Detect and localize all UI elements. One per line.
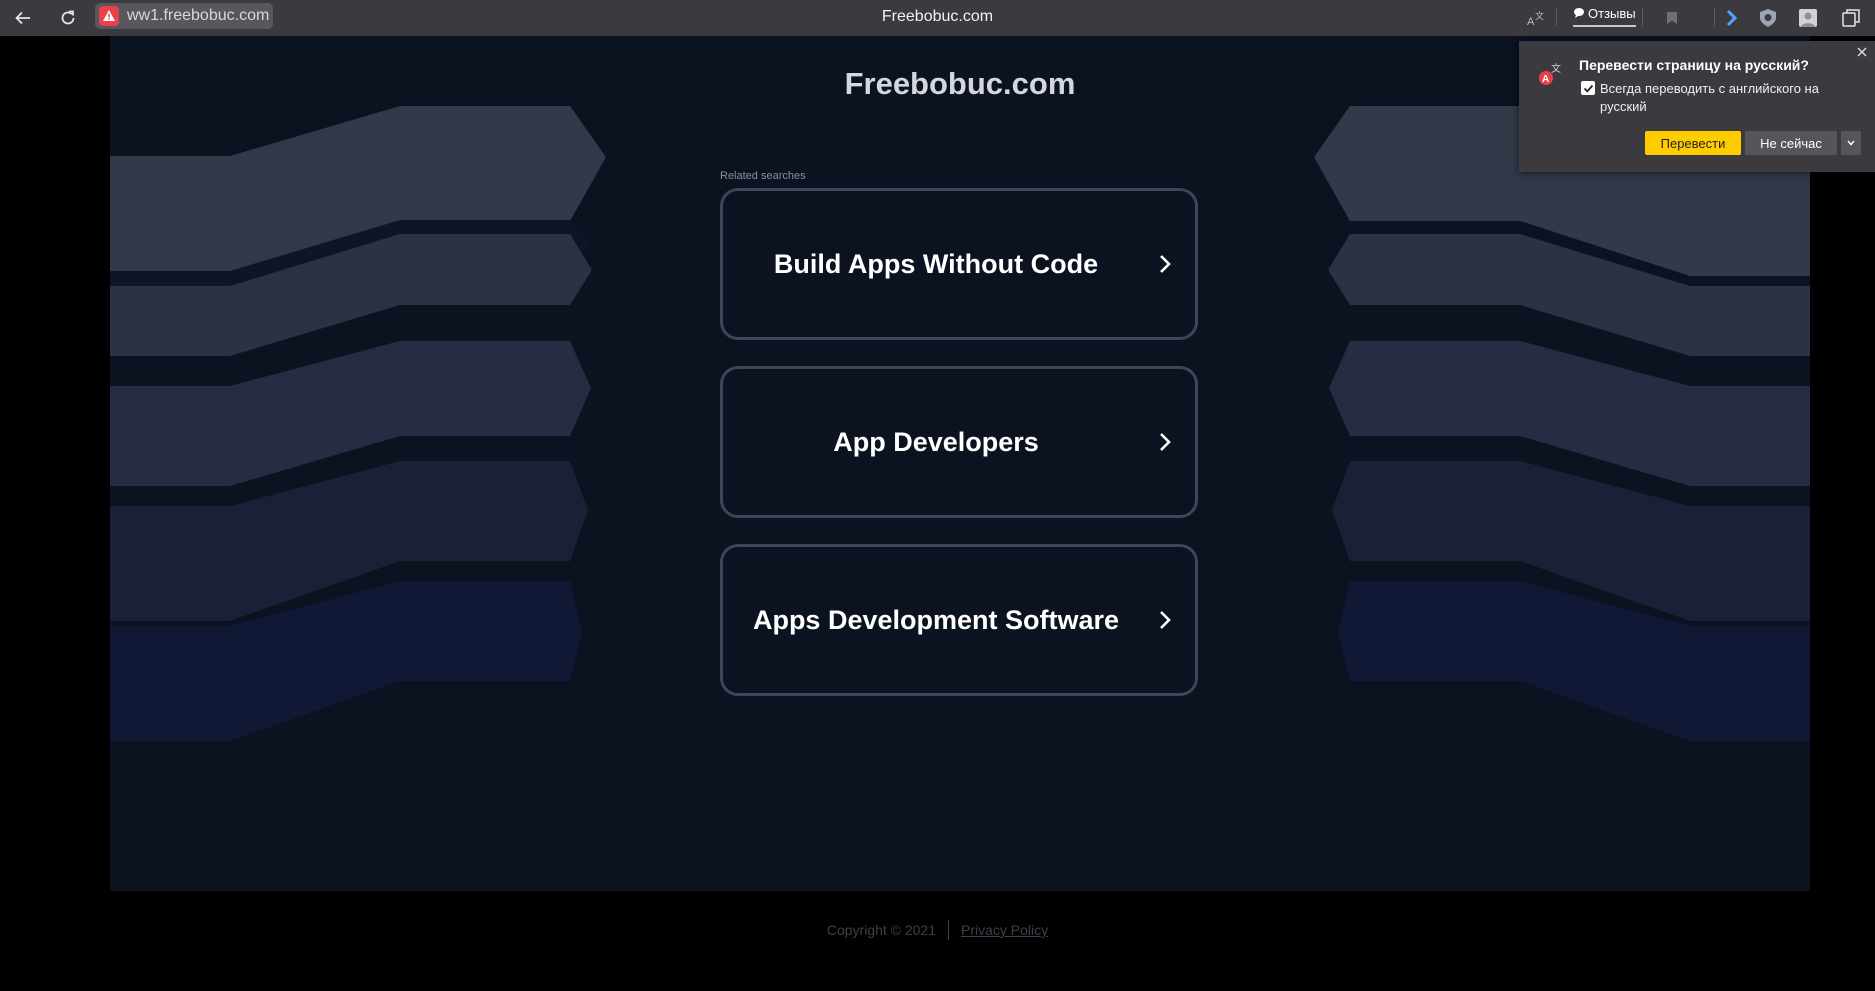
back-button[interactable]: [10, 0, 36, 36]
always-translate-checkbox[interactable]: [1581, 81, 1595, 95]
close-icon[interactable]: [1855, 45, 1869, 59]
link-label[interactable]: App Developers: [723, 427, 1135, 458]
warning-icon[interactable]: [99, 6, 119, 26]
copyright-text: Copyright © 2021: [826, 922, 936, 938]
address-bar[interactable]: ww1.freebobuc.com: [95, 3, 273, 29]
chevron-right-icon: [1135, 253, 1195, 275]
more-options-button[interactable]: [1841, 131, 1861, 155]
not-now-button[interactable]: Не сейчас: [1745, 131, 1837, 155]
reviews-icon: [1574, 8, 1584, 18]
svg-text:文: 文: [1551, 62, 1561, 75]
link-label[interactable]: Apps Development Software: [723, 605, 1135, 636]
related-link-apps-development-software[interactable]: Apps Development Software: [720, 544, 1198, 696]
footer-divider: [948, 920, 949, 940]
profile-icon: [1799, 9, 1817, 27]
related-link-app-developers[interactable]: App Developers: [720, 366, 1198, 518]
checkmark-icon: [1583, 84, 1593, 93]
address-url[interactable]: ww1.freebobuc.com: [127, 7, 269, 25]
browser-toolbar: ww1.freebobuc.com Freebobuc.com A 文 Отзы…: [0, 0, 1875, 36]
always-translate-label[interactable]: Всегда переводить с английского на русск…: [1600, 80, 1830, 116]
related-link-build-apps[interactable]: Build Apps Without Code: [720, 188, 1198, 340]
bookmark-icon: [1667, 12, 1677, 24]
reviews-button[interactable]: Отзывы: [1573, 2, 1636, 27]
translate-button[interactable]: A 文: [1522, 0, 1550, 36]
tabs-collection-icon: [1842, 9, 1860, 27]
privacy-policy-link[interactable]: Privacy Policy: [961, 922, 1048, 938]
arrow-extension-icon: [1726, 9, 1738, 27]
svg-text:A: A: [1542, 74, 1549, 85]
popup-title: Перевести страницу на русский?: [1579, 57, 1809, 73]
profile-button[interactable]: [1796, 0, 1820, 36]
back-icon: [15, 11, 30, 25]
bookmark-button[interactable]: [1660, 0, 1684, 36]
shield-button[interactable]: [1756, 0, 1780, 36]
chevron-right-icon: [1135, 431, 1195, 453]
site-footer: Copyright © 2021 Privacy Policy: [0, 920, 1875, 940]
link-label[interactable]: Build Apps Without Code: [723, 249, 1135, 280]
reload-icon: [61, 10, 75, 25]
svg-text:文: 文: [1535, 10, 1544, 22]
chevron-down-icon: [1847, 140, 1855, 146]
related-searches-label: Related searches: [720, 170, 806, 182]
tabs-collection-button[interactable]: [1838, 0, 1864, 36]
translate-button[interactable]: Перевести: [1645, 131, 1741, 155]
translate-icon: A 文: [1539, 62, 1561, 85]
translate-popup: A 文 Перевести страницу на русский? Всегд…: [1519, 41, 1875, 172]
arrow-extension-button[interactable]: [1720, 0, 1744, 36]
svg-text:A: A: [1527, 16, 1535, 27]
shield-icon: [1760, 9, 1776, 27]
translate-icon: A 文: [1527, 10, 1544, 27]
reload-button[interactable]: [55, 0, 81, 36]
reviews-label: Отзывы: [1588, 5, 1636, 21]
chevron-right-icon: [1135, 609, 1195, 631]
